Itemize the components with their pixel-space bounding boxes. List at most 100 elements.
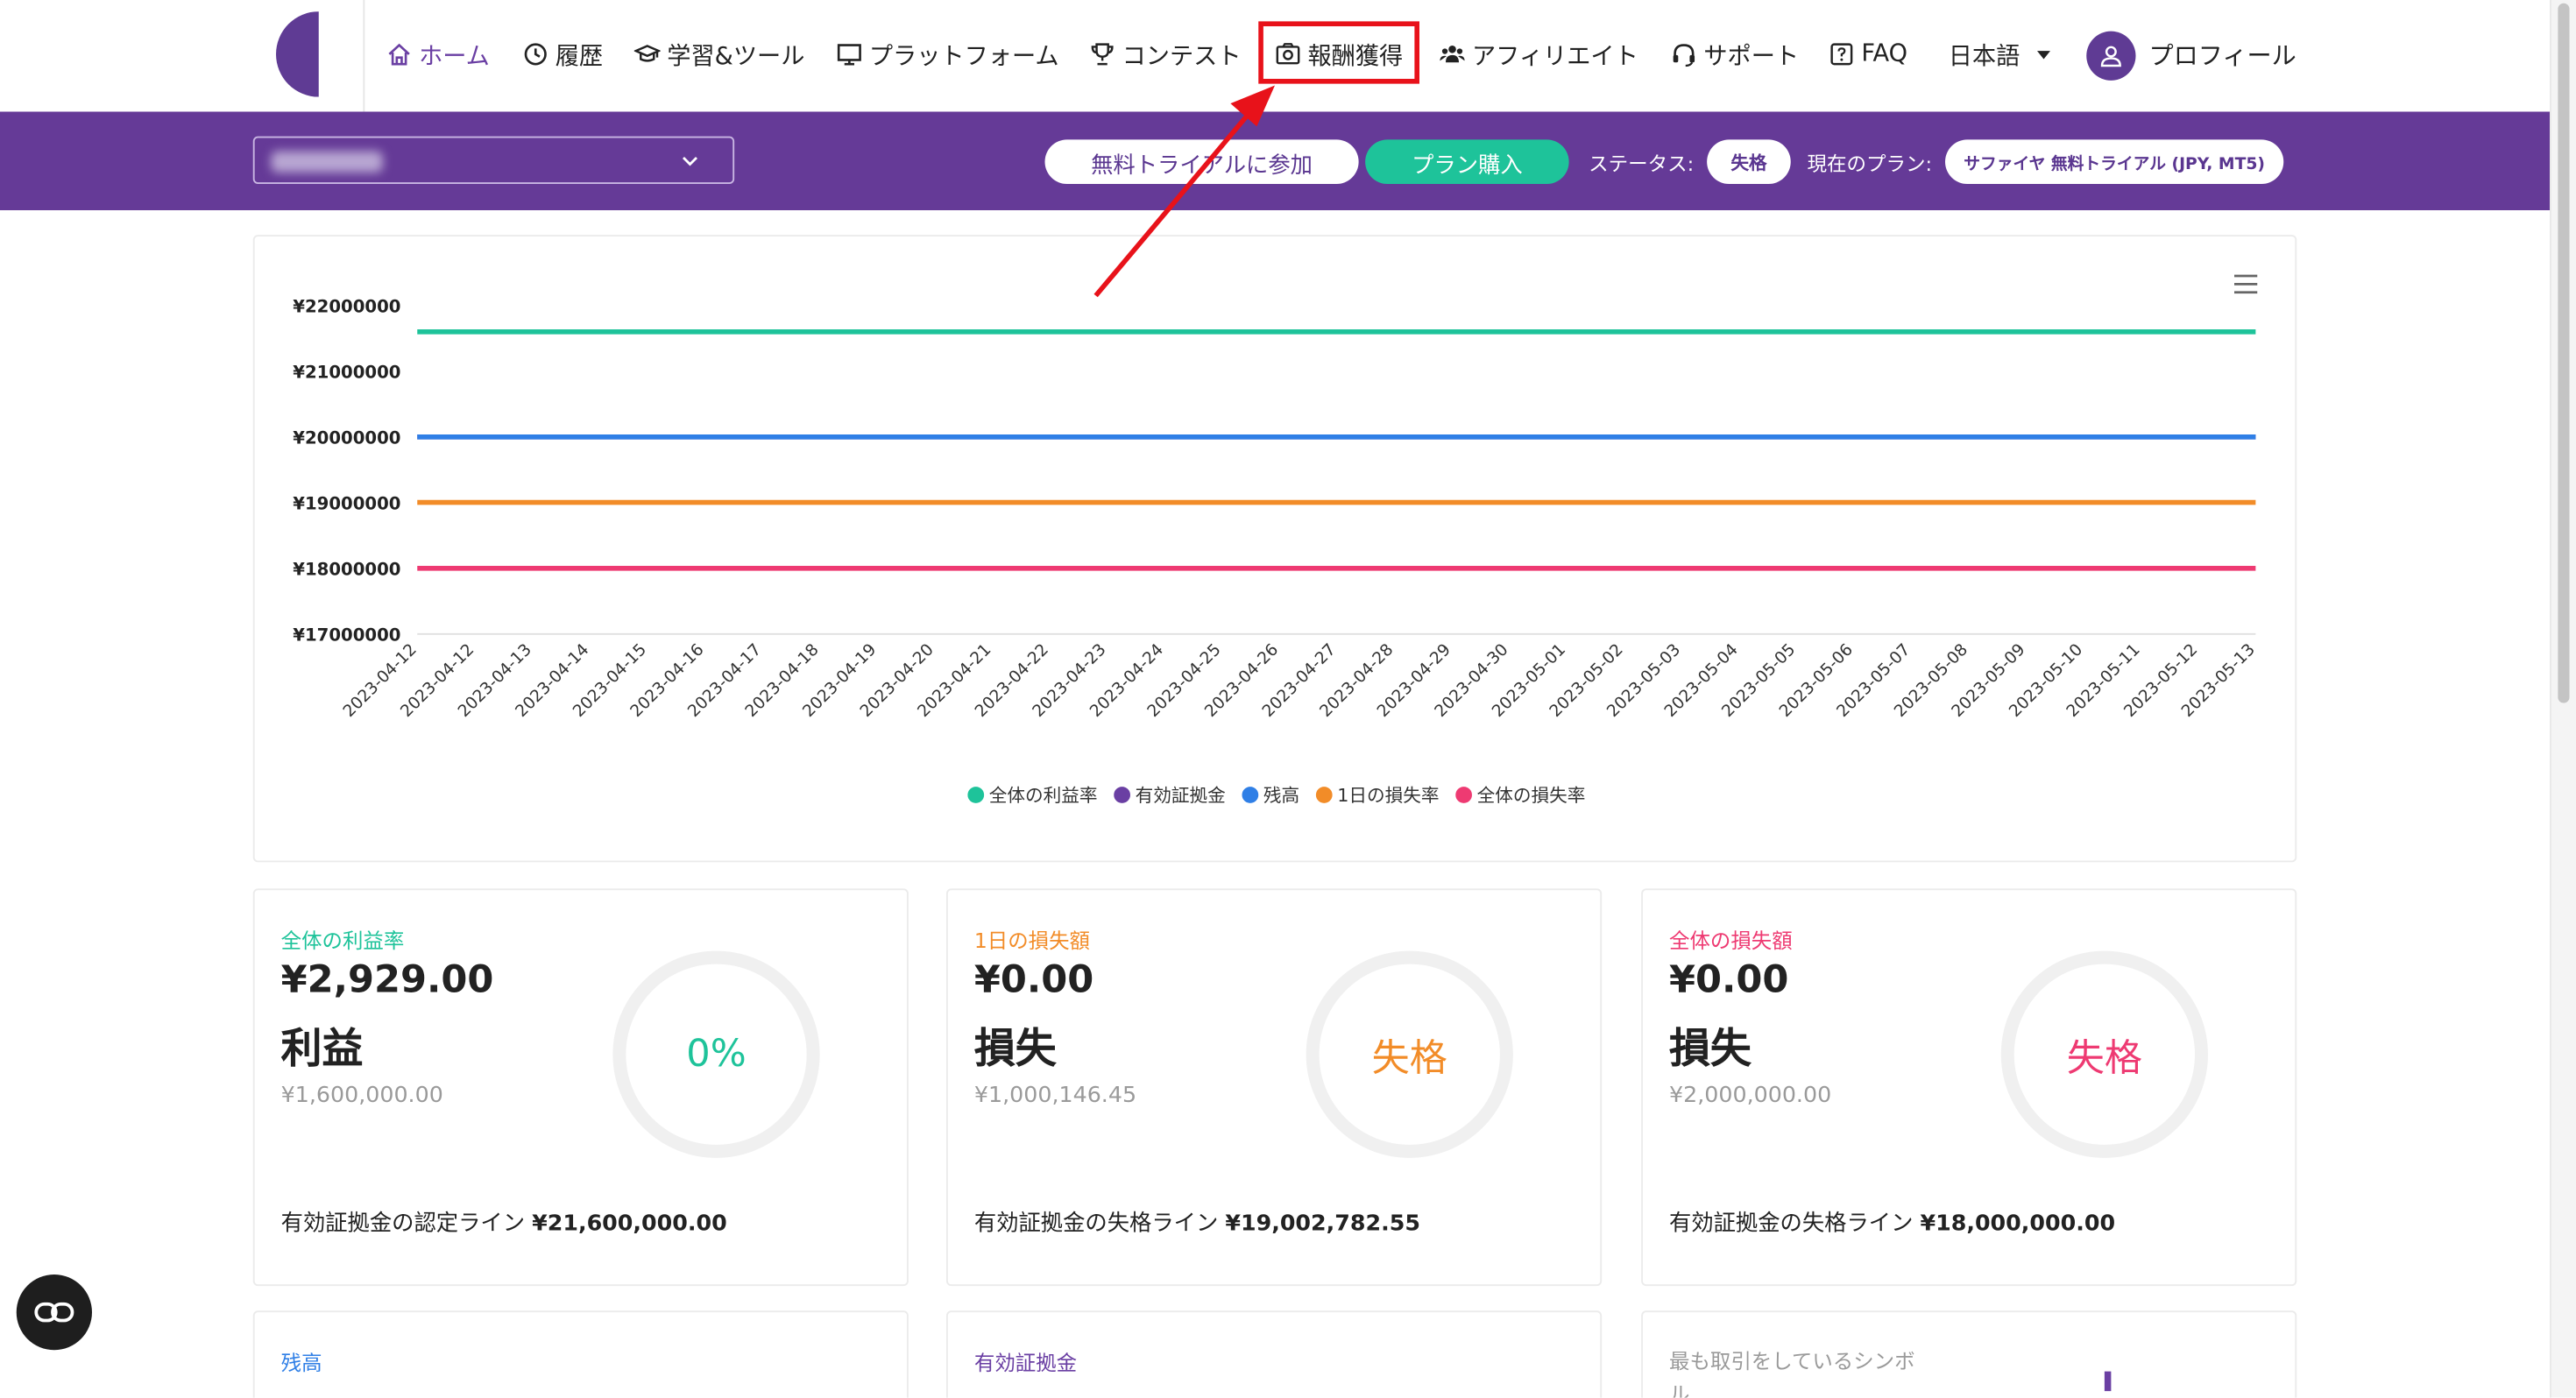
stat-sub: 利益 xyxy=(280,1025,364,1073)
stat-title: 最も取引をしているシンボル xyxy=(1669,1348,1915,1398)
legend-dot xyxy=(1315,787,1333,803)
users-icon xyxy=(1440,45,1465,63)
status-badge: 失格 xyxy=(1707,139,1791,184)
stat-sub: 損失 xyxy=(1669,1025,1752,1073)
nav-label: 学習&ツール xyxy=(667,43,805,70)
link-icon xyxy=(34,1302,74,1323)
vertical-scrollbar[interactable] xyxy=(2550,0,2576,1398)
stat-small: ¥1,600,000.00 xyxy=(280,1082,443,1109)
line-value: ¥19,002,782.55 xyxy=(1225,1210,1420,1237)
user-icon xyxy=(2100,46,2121,67)
legend-dot xyxy=(967,787,985,803)
legend-label: 全体の損失率 xyxy=(1476,785,1586,807)
nav-label: アフィリエイト xyxy=(1472,43,1638,70)
headset-icon xyxy=(1673,44,1695,67)
stat-card-overall-loss: 全体の損失額 ¥0.00 損失 ¥2,000,000.00 失格 有効証拠金の失… xyxy=(1641,888,2297,1287)
legend-item[interactable]: 残高 xyxy=(1242,782,1300,808)
navbar-divider xyxy=(363,0,365,112)
stat-line: 有効証拠金の失格ライン ¥18,000,000.00 xyxy=(1669,1204,2115,1237)
menu-icon[interactable] xyxy=(2233,272,2259,295)
legend-item[interactable]: 1日の損失率 xyxy=(1315,782,1440,808)
nav-label: ホーム xyxy=(419,43,490,70)
line-label: 有効証拠金の認定ライン xyxy=(280,1210,526,1237)
stat-line: 有効証拠金の認定ライン ¥21,600,000.00 xyxy=(281,1204,727,1237)
y-tick-label: ¥17000000 xyxy=(293,625,400,645)
progress-ring: 0% xyxy=(612,950,820,1158)
highlight-box xyxy=(1258,21,1419,84)
stat-small: ¥2,000,000.00 xyxy=(1669,1082,1832,1109)
chart-card: ¥22000000 ¥21000000 ¥20000000 ¥19000000 ¥180… xyxy=(252,235,2297,863)
stat-title: 1日の損失額 xyxy=(973,928,1090,953)
legend-item[interactable]: 全体の利益率 xyxy=(967,782,1098,808)
buy-plan-button[interactable]: プラン購入 xyxy=(1365,139,1569,184)
clock-icon xyxy=(524,43,547,66)
stat-sub: 損失 xyxy=(973,1025,1057,1073)
y-tick-label: ¥20000000 xyxy=(293,427,400,448)
blurred-account-id xyxy=(271,151,383,173)
legend-label: 有効証拠金 xyxy=(1135,785,1226,807)
nav-item-faq[interactable]: FAQ xyxy=(1829,36,1907,72)
stat-title: 全体の利益率 xyxy=(280,928,405,953)
nav-label: FAQ xyxy=(1861,40,1908,67)
home-icon xyxy=(388,43,410,66)
floating-chat-button[interactable] xyxy=(16,1274,92,1351)
legend-dot xyxy=(1114,787,1130,803)
legend-label: 全体の利益率 xyxy=(988,785,1098,807)
ring-text: 失格 xyxy=(2066,1038,2142,1081)
legend-label: 残高 xyxy=(1263,785,1300,807)
nav-item-support[interactable]: サポート xyxy=(1671,36,1799,72)
line-chart: ¥22000000 ¥21000000 ¥20000000 ¥19000000 ¥180… xyxy=(293,296,2259,721)
language-label: 日本語 xyxy=(1948,43,2020,70)
stat-card-overall-profit: 全体の利益率 ¥2,929.00 利益 ¥1,600,000.00 0% 有効証… xyxy=(252,888,909,1287)
stat-value: ¥0.00 xyxy=(973,959,1094,1002)
nav-item-platform[interactable]: プラットフォーム xyxy=(836,36,1059,72)
nav-item-affiliate[interactable]: アフィリエイト xyxy=(1440,36,1638,72)
trophy-icon xyxy=(1091,43,1114,66)
nav-item-learning-tools[interactable]: 学習&ツール xyxy=(633,36,805,72)
monitor-icon xyxy=(837,44,861,66)
legend-item[interactable]: 全体の損失率 xyxy=(1455,782,1585,808)
line-value: ¥18,000,000.00 xyxy=(1920,1210,2116,1237)
account-toolbar: 無料トライアルに参加 プラン購入 ステータス: 失格 現在のプラン: サファイヤ… xyxy=(0,111,2550,210)
graduation-cap-icon xyxy=(633,45,661,62)
avatar[interactable] xyxy=(2086,31,2136,81)
brand-logo[interactable] xyxy=(276,11,319,97)
stat-card-balance: 残高 xyxy=(252,1310,909,1398)
y-tick-label: ¥19000000 xyxy=(293,493,400,513)
profile-link[interactable]: プロフィール xyxy=(2149,38,2296,72)
stat-card-equity: 有効証拠金 xyxy=(946,1310,1603,1398)
language-dropdown[interactable]: 日本語 xyxy=(1948,36,2050,72)
y-tick-label: ¥21000000 xyxy=(293,362,400,382)
nav-label: 履歴 xyxy=(555,43,604,70)
question-square-icon xyxy=(1830,43,1853,66)
stat-title: 残高 xyxy=(280,1350,322,1375)
line-label: 有効証拠金の失格ライン xyxy=(1669,1210,1914,1237)
app-root: ホーム 履歴 学習&ツール プラットフォーム コンテスト 報酬獲得 アフィリエイ… xyxy=(0,0,2576,1398)
line-label: 有効証拠金の失格ライン xyxy=(973,1210,1219,1237)
nav-label: プラットフォーム xyxy=(868,43,1059,70)
line-value: ¥21,600,000.00 xyxy=(532,1210,727,1237)
nav-item-history[interactable]: 履歴 xyxy=(522,36,603,72)
nav-label: コンテスト xyxy=(1122,43,1242,70)
ring-text: 失格 xyxy=(1371,1038,1447,1081)
progress-ring: 失格 xyxy=(1306,950,1513,1158)
chevron-down-icon xyxy=(683,157,697,166)
legend-label: 1日の損失率 xyxy=(1337,785,1440,807)
scroll-thumb[interactable] xyxy=(2558,3,2570,703)
caret-down-icon xyxy=(2036,50,2050,59)
stat-value: ¥0.00 xyxy=(1669,959,1789,1002)
nav-item-home[interactable]: ホーム xyxy=(386,36,490,72)
legend-item[interactable]: 有効証拠金 xyxy=(1114,782,1226,808)
nav-item-contest[interactable]: コンテスト xyxy=(1089,36,1242,72)
progress-ring: 失格 xyxy=(2000,950,2208,1158)
stat-card-daily-loss: 1日の損失額 ¥0.00 損失 ¥1,000,146.45 失格 有効証拠金の失… xyxy=(946,888,1603,1287)
current-plan-label: 現在のプラン: xyxy=(1807,152,1933,176)
legend-dot xyxy=(1455,787,1472,803)
free-trial-button[interactable]: 無料トライアルに参加 xyxy=(1044,139,1359,184)
ring-text: 0% xyxy=(686,1033,747,1077)
top-navbar: ホーム 履歴 学習&ツール プラットフォーム コンテスト 報酬獲得 アフィリエイ… xyxy=(0,0,2550,112)
current-plan-badge: サファイヤ 無料トライアル (JPY, MT5) xyxy=(1945,139,2284,184)
account-select[interactable] xyxy=(252,136,735,184)
legend-dot xyxy=(1242,787,1259,803)
nav-label: サポート xyxy=(1703,43,1800,70)
